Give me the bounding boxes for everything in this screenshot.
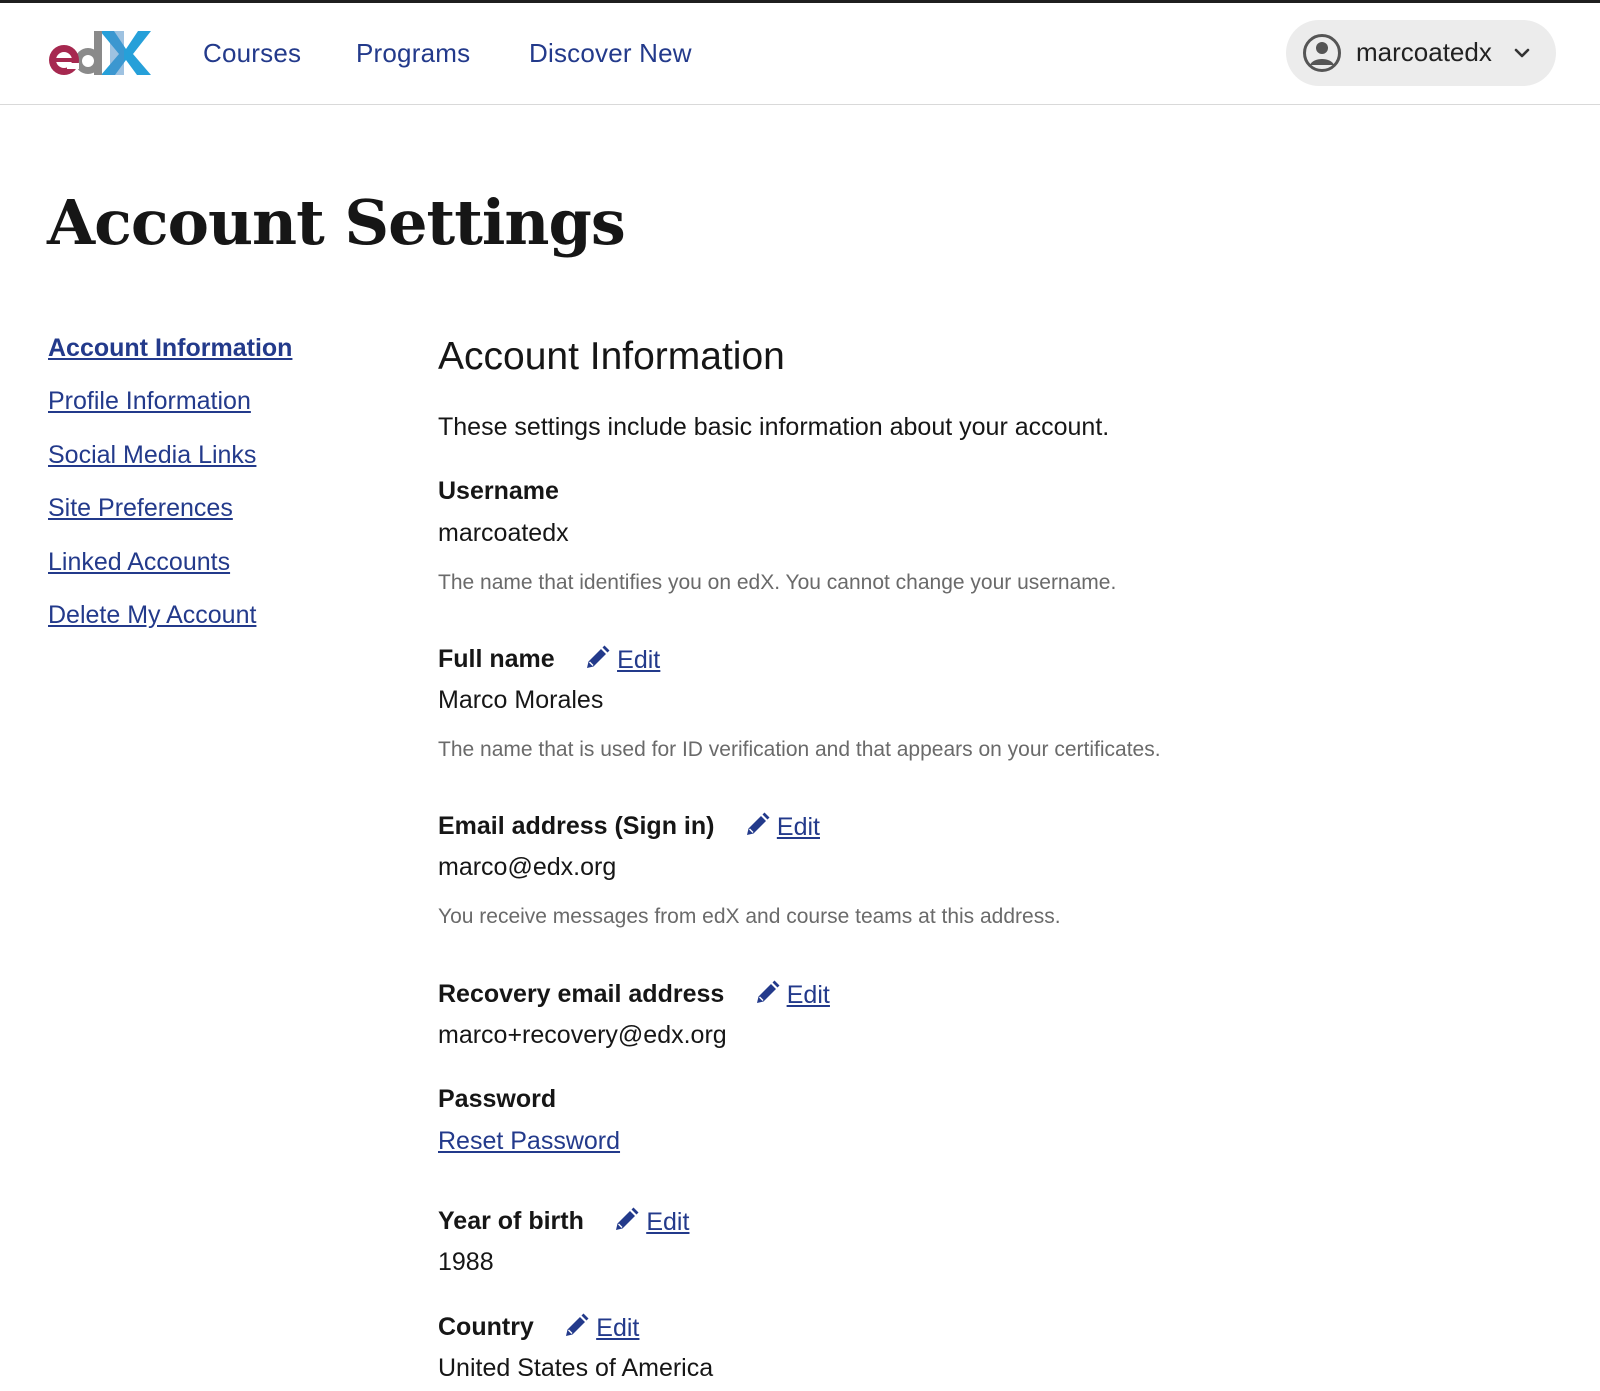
pencil-icon <box>587 645 610 668</box>
field-label: Full name <box>438 645 555 673</box>
field-value: marco+recovery@edx.org <box>438 1021 727 1049</box>
section-description: These settings include basic information… <box>438 413 1110 441</box>
pencil-icon <box>746 812 770 835</box>
field-label: Recovery email address <box>438 980 725 1008</box>
nav-discover-new[interactable]: Discover New <box>529 38 692 69</box>
field-label: Username <box>438 477 559 505</box>
pencil-icon <box>756 980 780 1003</box>
nav-programs[interactable]: Programs <box>356 38 470 69</box>
field-label: Email address (Sign in) <box>438 812 715 840</box>
sidebar-item-profile-information[interactable]: Profile Information <box>48 387 251 416</box>
field-value: 1988 <box>438 1248 494 1276</box>
pencil-icon <box>566 1313 589 1336</box>
edit-recovery-email-button[interactable]: Edit <box>753 979 830 1010</box>
edit-email-button[interactable]: Edit <box>743 811 820 842</box>
field-value: marco@edx.org <box>438 853 617 881</box>
edx-logo[interactable] <box>48 29 152 77</box>
field-help-text: The name that identifies you on edX. You… <box>438 571 1117 594</box>
sidebar-item-account-information[interactable]: Account Information <box>48 334 292 363</box>
field-label: Country <box>438 1313 534 1341</box>
edit-label: Edit <box>617 646 661 674</box>
field-label: Year of birth <box>438 1207 584 1235</box>
field-help-text: You receive messages from edX and course… <box>438 905 1061 928</box>
sidebar-item-social-media-links[interactable]: Social Media Links <box>48 441 256 470</box>
edit-label: Edit <box>786 981 830 1009</box>
edit-year-of-birth-button[interactable]: Edit <box>612 1206 689 1237</box>
edit-label: Edit <box>596 1314 640 1342</box>
edit-label: Edit <box>646 1208 690 1236</box>
field-value: United States of America <box>438 1354 714 1382</box>
section-title: Account Information <box>438 335 785 378</box>
field-value: Marco Morales <box>438 686 604 714</box>
chevron-down-icon <box>1514 48 1530 58</box>
sidebar-item-delete-my-account[interactable]: Delete My Account <box>48 601 256 630</box>
field-help-text: The name that is used for ID verificatio… <box>438 738 1161 761</box>
edit-label: Edit <box>776 813 820 841</box>
sidebar-item-linked-accounts[interactable]: Linked Accounts <box>48 548 230 577</box>
sidebar-item-site-preferences[interactable]: Site Preferences <box>48 494 233 523</box>
field-label: Password <box>438 1085 557 1113</box>
user-menu-username: marcoatedx <box>1356 37 1492 67</box>
field-value: marcoatedx <box>438 519 569 547</box>
edit-full-name-button[interactable]: Edit <box>583 644 660 675</box>
edit-country-button[interactable]: Edit <box>562 1312 639 1343</box>
nav-courses[interactable]: Courses <box>203 38 301 69</box>
user-menu-button[interactable]: marcoatedx <box>1286 20 1556 86</box>
pencil-icon <box>616 1207 639 1230</box>
reset-password-link[interactable]: Reset Password <box>438 1127 620 1156</box>
page-title: Account Settings <box>47 186 626 259</box>
top-navigation-bar: Courses Programs Discover New marcoatedx <box>0 3 1600 105</box>
edx-logo-icon <box>49 31 151 75</box>
user-avatar-icon <box>1303 34 1341 72</box>
